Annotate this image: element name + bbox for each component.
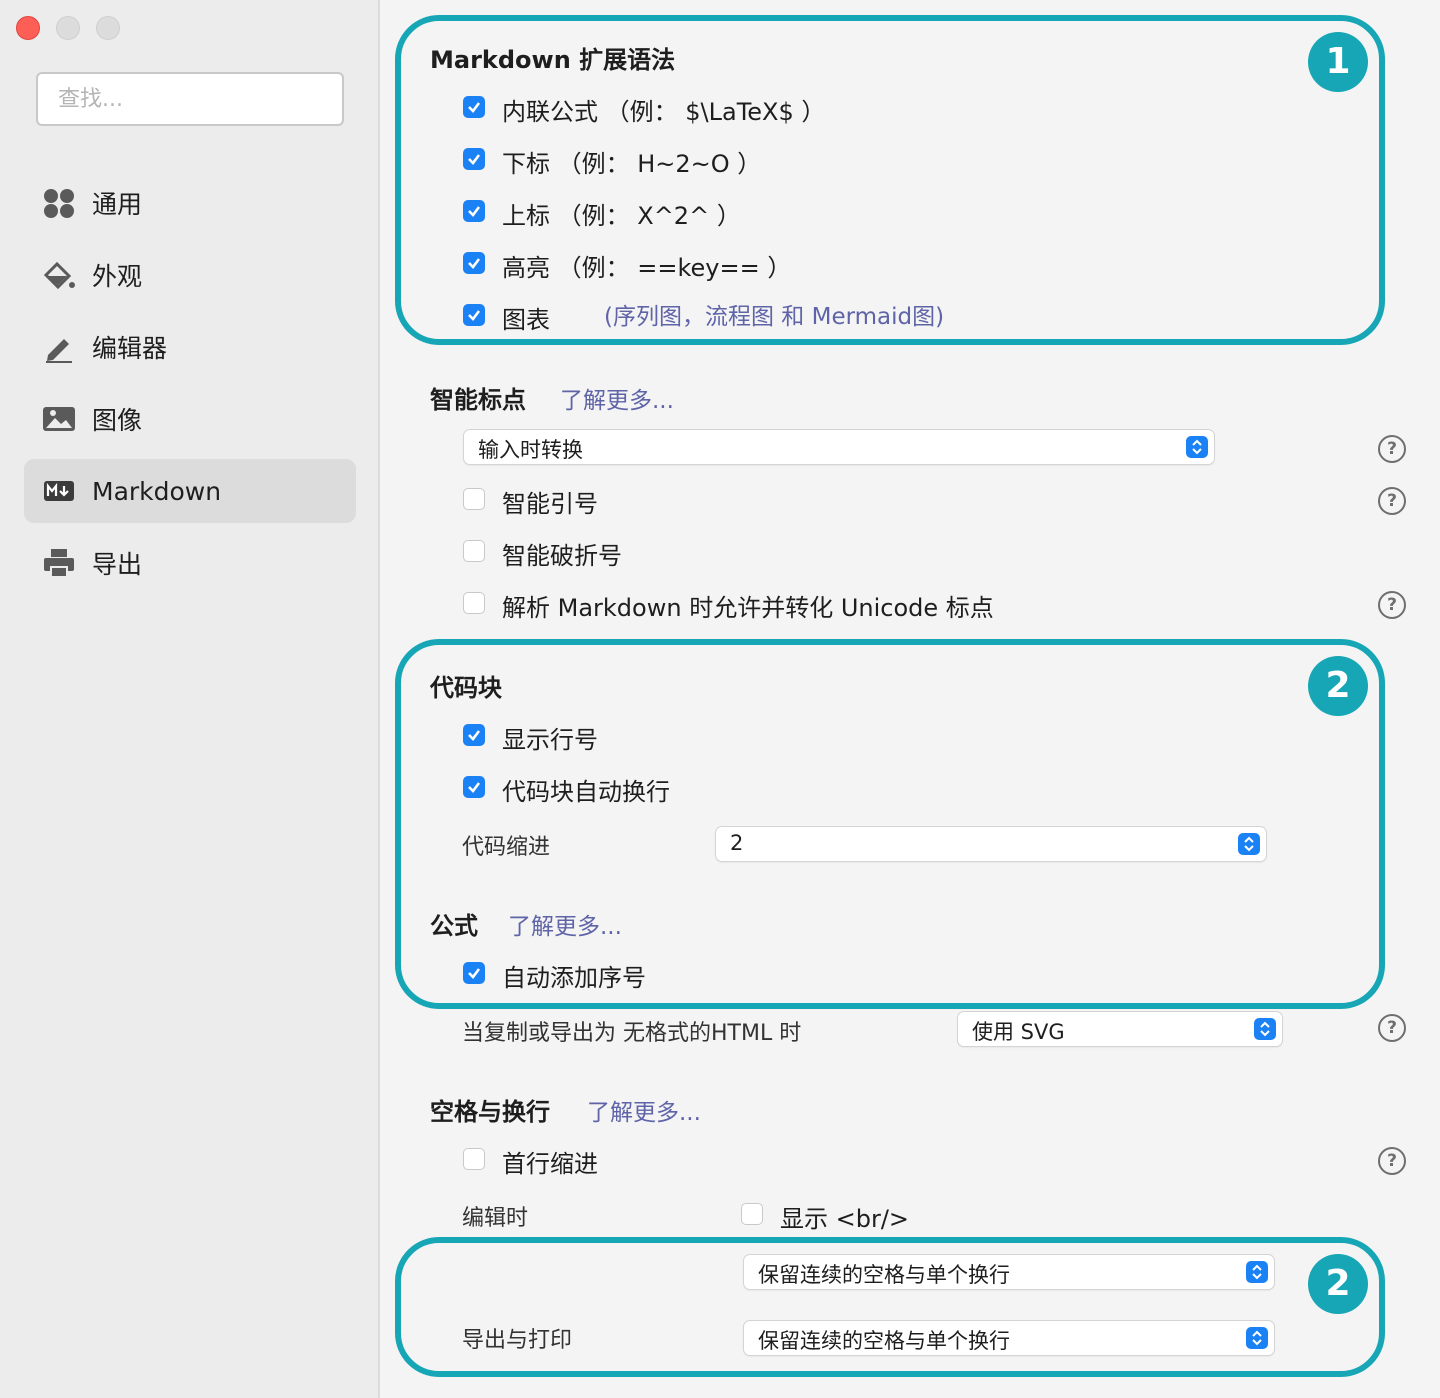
search-input[interactable]	[36, 72, 344, 126]
smart-punct-select[interactable]: 输入时转换	[464, 430, 1214, 464]
grid-icon	[44, 189, 74, 218]
highlight-box-3	[395, 1237, 1385, 1377]
sidebar-item-label: 导出	[92, 550, 143, 579]
smart-dashes-label: 智能破折号	[502, 542, 622, 570]
show-br-checkbox[interactable]	[741, 1203, 763, 1225]
help-icon[interactable]: ?	[1378, 1147, 1406, 1175]
sidebar-item-editor[interactable]: 编辑器	[24, 315, 356, 379]
highlight-box-1	[395, 15, 1385, 345]
editing-label: 编辑时	[462, 1206, 529, 1231]
help-icon[interactable]: ?	[1378, 435, 1406, 463]
preferences-window: 通用 外观 编辑器 图像	[0, 0, 1440, 1398]
sidebar: 通用 外观 编辑器 图像	[0, 0, 380, 1398]
annotation-badge-2: 2	[1308, 656, 1368, 716]
smart-punct-select-value: 输入时转换	[478, 438, 583, 462]
smart-punct-learn-more-link[interactable]: 了解更多...	[560, 381, 674, 415]
close-window-button[interactable]	[16, 16, 40, 40]
unicode-punct-checkbox[interactable]	[463, 592, 485, 614]
sidebar-item-appearance[interactable]: 外观	[24, 243, 356, 307]
smart-quotes-checkbox[interactable]	[463, 488, 485, 510]
whitespace-learn-more-link[interactable]: 了解更多...	[587, 1093, 701, 1127]
help-icon[interactable]: ?	[1378, 591, 1406, 619]
sidebar-item-label: Markdown	[92, 476, 222, 506]
math-export-select-value: 使用 SVG	[972, 1020, 1065, 1044]
smart-quotes-label: 智能引号	[502, 490, 598, 518]
minimize-window-button[interactable]	[56, 16, 80, 40]
annotation-badge-3: 2	[1308, 1254, 1368, 1314]
sidebar-item-label: 通用	[92, 190, 143, 219]
paint-bucket-icon	[43, 261, 75, 290]
annotation-badge-1: 1	[1308, 32, 1368, 92]
smart-punct-heading: 智能标点	[430, 386, 526, 414]
smart-dashes-checkbox[interactable]	[463, 540, 485, 562]
math-export-select[interactable]: 使用 SVG	[958, 1012, 1282, 1046]
sidebar-item-label: 外观	[92, 262, 143, 291]
chevron-updown-icon	[1186, 436, 1208, 458]
sidebar-item-general[interactable]: 通用	[24, 171, 356, 235]
first-indent-checkbox[interactable]	[463, 1148, 485, 1170]
math-export-label: 当复制或导出为 无格式的HTML 时	[462, 1021, 802, 1046]
maximize-window-button[interactable]	[96, 16, 120, 40]
help-icon[interactable]: ?	[1378, 487, 1406, 515]
sidebar-item-label: 图像	[92, 406, 143, 435]
pencil-icon	[46, 339, 72, 363]
settings-panel: Markdown 扩展语法 内联公式 （例： $\LaTeX$ ） 下标 （例：…	[382, 0, 1440, 1398]
first-indent-label: 首行缩进	[502, 1150, 598, 1178]
image-icon	[43, 407, 75, 431]
sidebar-item-label: 编辑器	[92, 334, 168, 363]
sidebar-item-export[interactable]: 导出	[24, 531, 356, 595]
highlight-box-2	[395, 639, 1385, 1009]
show-br-label: 显示 <br/>	[780, 1205, 910, 1233]
whitespace-heading: 空格与换行	[430, 1098, 550, 1126]
chevron-updown-icon	[1254, 1018, 1276, 1040]
help-icon[interactable]: ?	[1378, 1014, 1406, 1042]
sidebar-item-markdown[interactable]: Markdown	[24, 459, 356, 523]
printer-icon	[44, 549, 74, 578]
sidebar-item-image[interactable]: 图像	[24, 387, 356, 451]
unicode-punct-label: 解析 Markdown 时允许并转化 Unicode 标点	[502, 594, 994, 622]
markdown-icon	[44, 481, 74, 501]
